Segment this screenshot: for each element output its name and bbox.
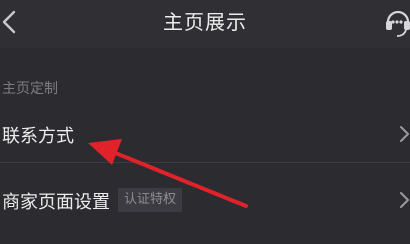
page-title: 主页展示: [163, 10, 247, 34]
verified-privilege-badge: 认证特权: [118, 188, 183, 212]
headset-icon: [386, 10, 410, 37]
row-divider: [0, 162, 410, 163]
customer-service-button[interactable]: [384, 6, 410, 40]
chevron-right-icon: [400, 126, 409, 142]
contact-info-row[interactable]: 联系方式: [0, 108, 410, 160]
chevron-right-icon: [400, 192, 409, 208]
shop-page-settings-row[interactable]: 商家页面设置 认证特权: [0, 174, 410, 226]
app-screen: 主页展示 主页定制 联系方式 商家页面设置 认证特权: [0, 0, 410, 244]
top-bar: 主页展示: [0, 0, 410, 48]
shop-page-settings-label: 商家页面设置: [2, 192, 110, 213]
section-label: 主页定制: [2, 81, 58, 97]
contact-info-label: 联系方式: [2, 126, 74, 147]
